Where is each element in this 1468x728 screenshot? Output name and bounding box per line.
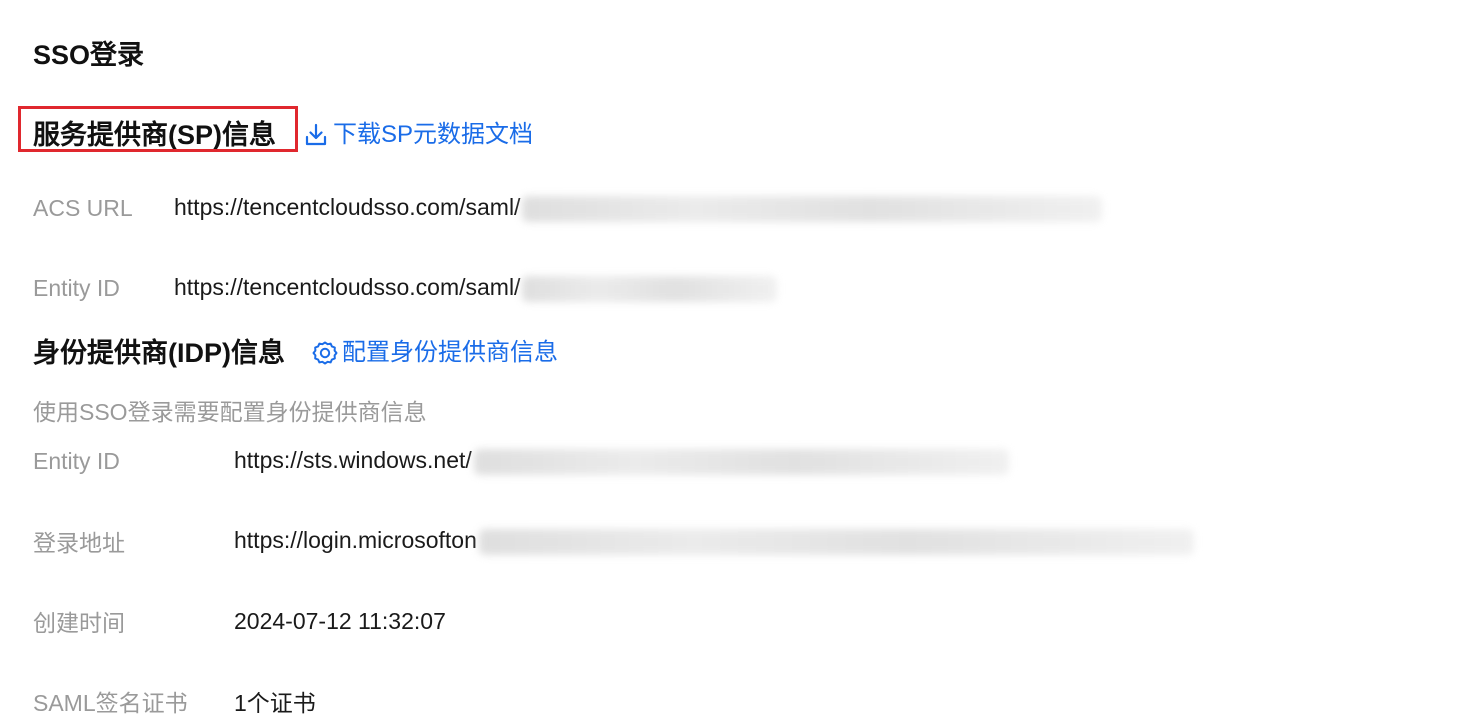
redacted-blur (522, 275, 778, 302)
created-time-label: 创建时间 (33, 610, 125, 636)
idp-created-row: 创建时间 2024-07-12 11:32:07 (33, 604, 446, 638)
sp-entity-id-text: https://tencentcloudsso.com/saml/ (174, 274, 521, 301)
login-url-text: https://login.microsofton (234, 527, 477, 554)
idp-entity-id-value: https://sts.windows.net/ (234, 447, 1009, 475)
sp-section-title: 服务提供商(SP)信息 (33, 120, 276, 150)
idp-entity-id-row: Entity ID https://sts.windows.net/ (33, 444, 1009, 478)
idp-cert-row: SAML签名证书 1个证书 (33, 684, 316, 718)
acs-url-value: https://tencentcloudsso.com/saml/ (174, 194, 1103, 222)
gear-icon (310, 338, 340, 368)
idp-entity-id-text: https://sts.windows.net/ (234, 447, 472, 474)
download-sp-metadata-label: 下载SP元数据文档 (333, 121, 534, 148)
created-time-value: 2024-07-12 11:32:07 (234, 607, 446, 634)
sp-section-header: 服务提供商(SP)信息 下载SP元数据文档 (0, 113, 533, 157)
configure-idp-link[interactable]: 配置身份提供商信息 (310, 338, 558, 368)
sp-acs-url-row: ACS URL https://tencentcloudsso.com/saml… (33, 191, 1103, 225)
idp-section-header: 身份提供商(IDP)信息 配置身份提供商信息 (0, 331, 558, 375)
acs-url-label: ACS URL (33, 194, 133, 221)
idp-hint-text: 使用SSO登录需要配置身份提供商信息 (33, 399, 427, 425)
idp-section-title: 身份提供商(IDP)信息 (33, 338, 285, 368)
saml-cert-label: SAML签名证书 (33, 690, 188, 716)
redacted-blur (473, 448, 1009, 475)
login-url-label: 登录地址 (33, 530, 125, 556)
idp-login-url-row: 登录地址 https://login.microsofton (33, 524, 1194, 558)
download-icon (303, 122, 329, 148)
saml-cert-value: 1个证书 (234, 690, 316, 716)
acs-url-text: https://tencentcloudsso.com/saml/ (174, 194, 521, 221)
sp-entity-id-label: Entity ID (33, 274, 120, 301)
login-url-value: https://login.microsofton (234, 527, 1194, 555)
redacted-blur (478, 528, 1194, 555)
sp-entity-id-value: https://tencentcloudsso.com/saml/ (174, 274, 778, 302)
page-title: SSO登录 (33, 40, 145, 70)
idp-entity-id-label: Entity ID (33, 447, 120, 474)
download-sp-metadata-link[interactable]: 下载SP元数据文档 (303, 120, 533, 150)
redacted-blur (522, 195, 1103, 222)
configure-idp-label: 配置身份提供商信息 (342, 339, 558, 366)
sp-entity-id-row: Entity ID https://tencentcloudsso.com/sa… (33, 271, 778, 305)
